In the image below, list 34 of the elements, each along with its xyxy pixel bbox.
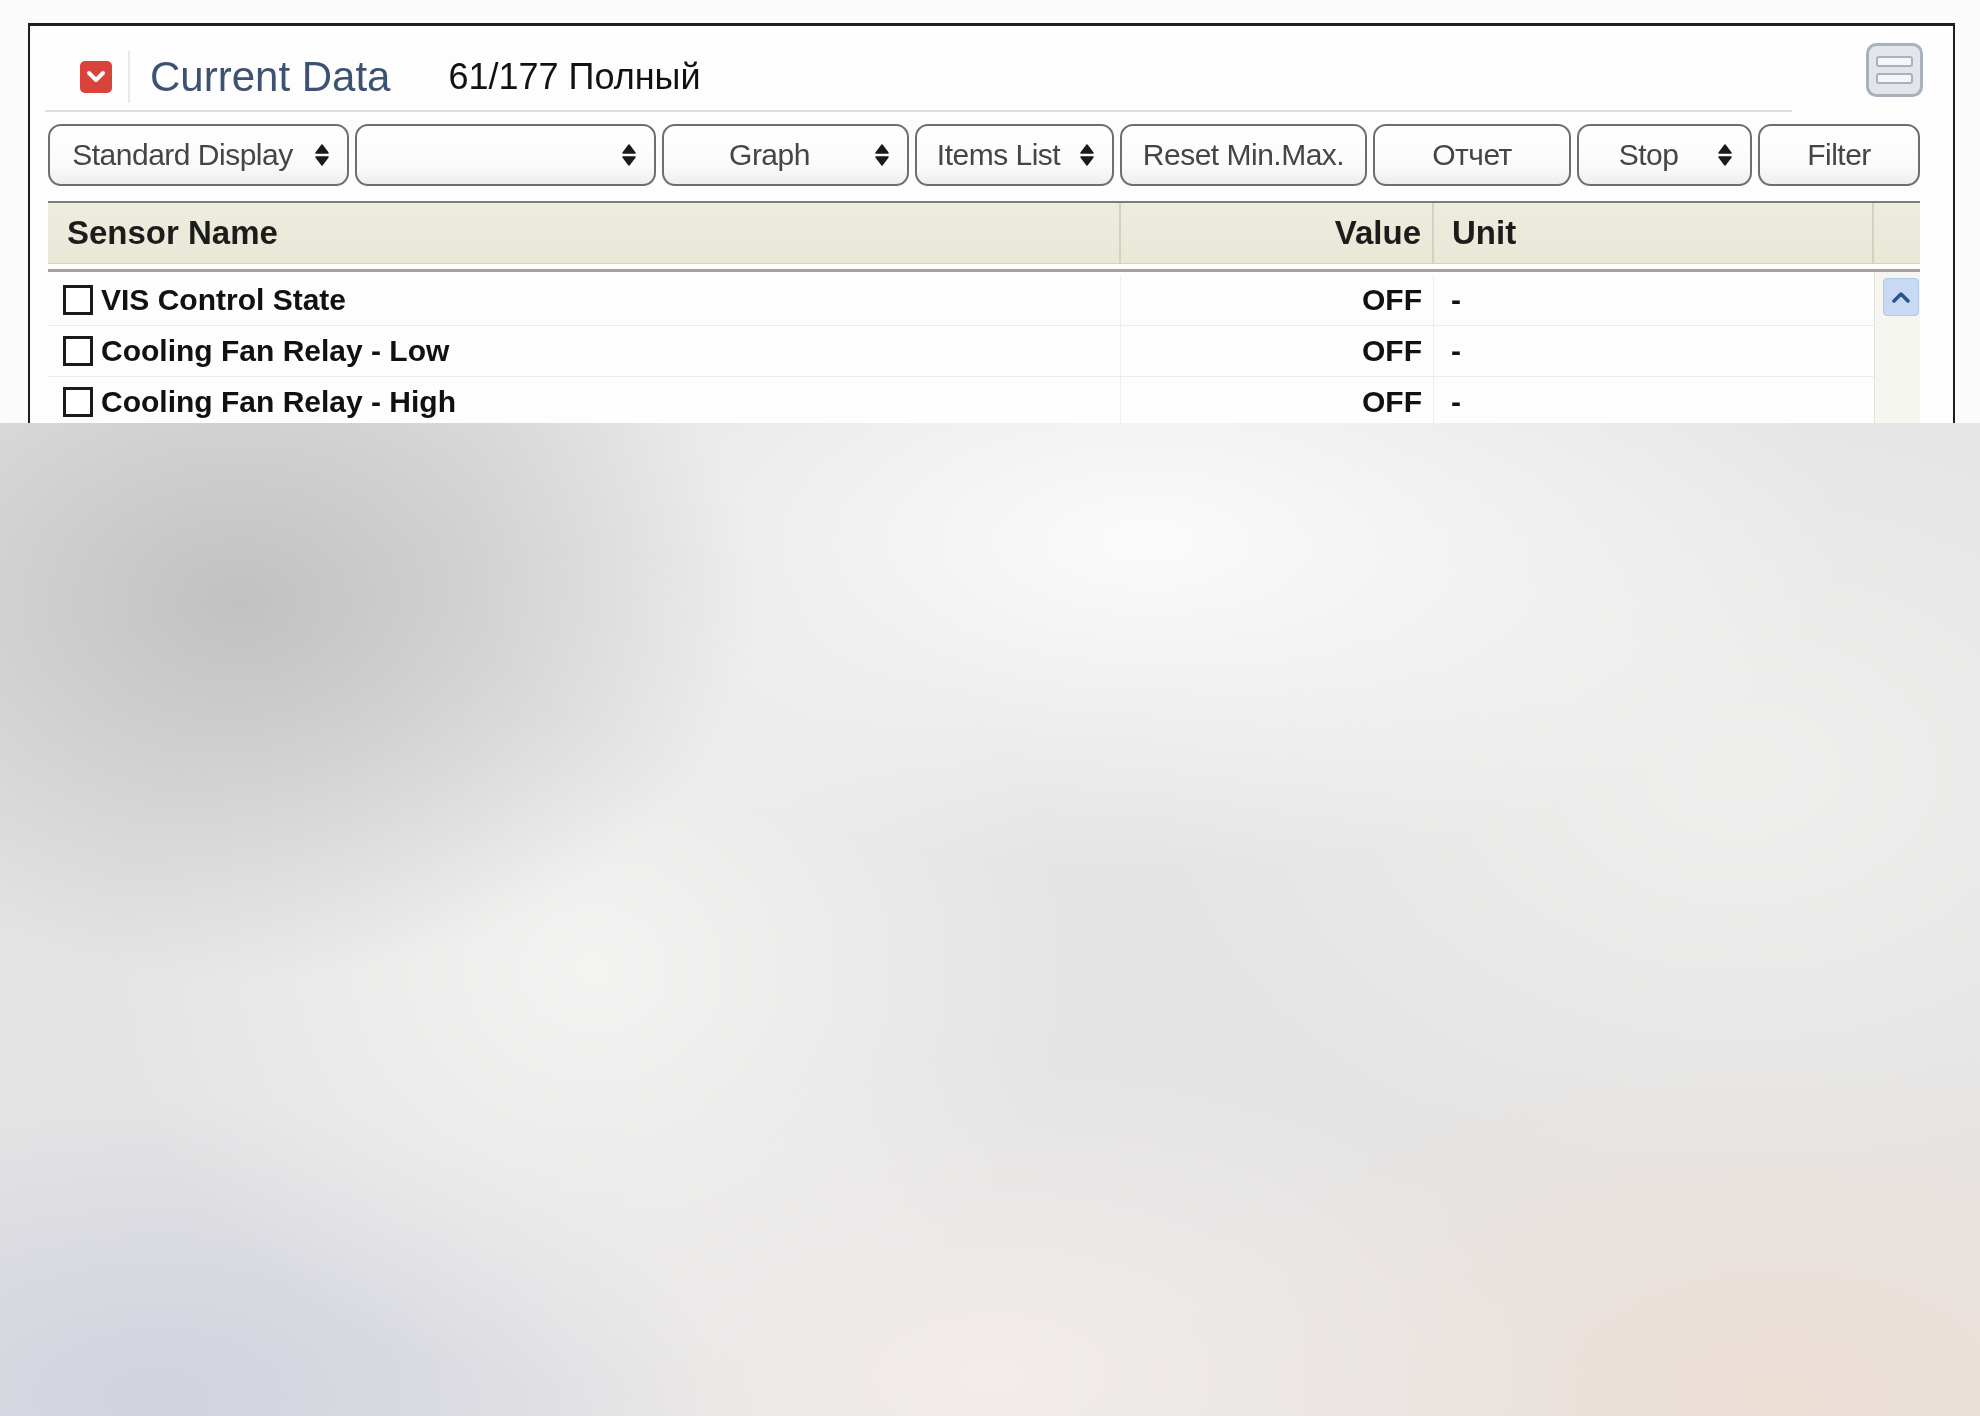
select-dropdown[interactable]: Stop — [1577, 124, 1752, 186]
scroll-up-button[interactable] — [1883, 278, 1919, 316]
up-down-arrows-icon — [622, 143, 636, 167]
sensor-unit: - — [1451, 283, 1461, 317]
column-header: Value — [1334, 214, 1421, 252]
up-down-arrows-icon — [875, 143, 889, 167]
count-label: 61/177 Полный — [448, 56, 701, 98]
checkbox[interactable] — [63, 285, 93, 315]
sensor-name: Cooling Fan Relay - Low — [101, 334, 450, 368]
sensor-unit: - — [1451, 334, 1461, 368]
select-dropdown[interactable]: Items List — [915, 124, 1114, 186]
checkbox[interactable] — [63, 336, 93, 366]
up-down-arrows-icon — [1080, 143, 1094, 167]
select-dropdown[interactable] — [355, 124, 656, 186]
up-down-arrows-icon — [1718, 143, 1732, 167]
sensor-value: OFF — [1362, 283, 1422, 317]
chevron-up-icon — [1892, 291, 1910, 303]
sensor-value: OFF — [1362, 385, 1422, 419]
column-header: Sensor Name — [67, 214, 278, 252]
sensor-name: Cooling Fan Relay - High — [101, 385, 456, 419]
chevron-down-icon[interactable] — [80, 61, 112, 93]
checkbox[interactable] — [63, 387, 93, 417]
up-down-arrows-icon — [315, 143, 329, 167]
sensor-unit: - — [1451, 385, 1461, 419]
column-header: Unit — [1452, 214, 1517, 252]
toolbar-button[interactable]: Отчет — [1373, 124, 1571, 186]
sensor-value: OFF — [1362, 334, 1422, 368]
panel-title: Current Data — [150, 53, 391, 101]
scrollbar[interactable] — [1874, 272, 1920, 423]
select-dropdown[interactable]: Standard Display — [48, 124, 349, 186]
toolbar-button[interactable]: Filter — [1758, 124, 1920, 186]
toolbar-button[interactable]: Reset Min.Max. — [1120, 124, 1367, 186]
select-dropdown[interactable]: Graph — [662, 124, 909, 186]
sensor-name: VIS Control State — [101, 283, 347, 317]
